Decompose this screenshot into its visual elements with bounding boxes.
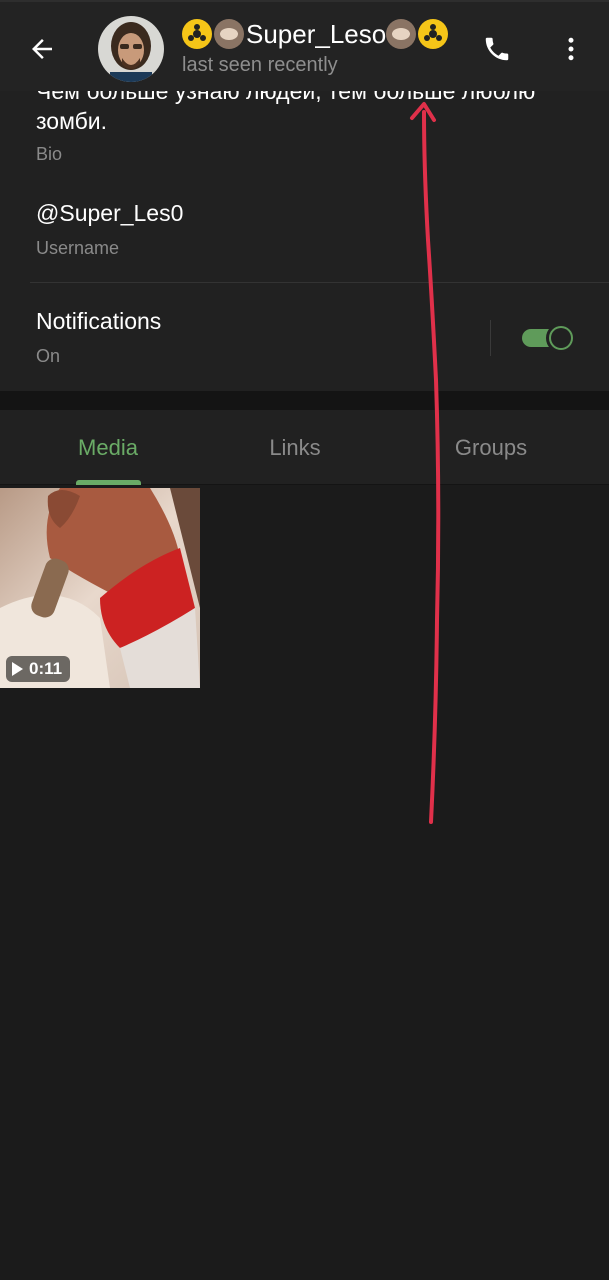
radioactive-emoji-icon [182, 19, 212, 49]
more-options-button[interactable] [548, 26, 594, 72]
more-vertical-icon [568, 37, 574, 61]
tab-links[interactable]: Links [245, 410, 345, 485]
bio-label: Bio [36, 144, 63, 164]
chat-profile-header: Super_Leso last seen recently [0, 0, 609, 91]
profile-info-section: Чем больше узнаю людей, тем больше люблю… [0, 60, 609, 391]
toggle-knob [546, 323, 576, 353]
last-seen-status: last seen recently [182, 54, 338, 76]
sloth-emoji-icon [386, 19, 417, 49]
active-tab-indicator [76, 480, 141, 485]
chat-title-text: Super_Leso [246, 19, 387, 49]
username-label: Username [36, 238, 120, 258]
media-video-thumbnail[interactable]: 0:11 [0, 488, 200, 688]
section-gap [0, 391, 609, 410]
avatar[interactable] [98, 16, 164, 82]
username-value[interactable]: @Super_Les0 [36, 200, 183, 227]
phone-icon [485, 37, 509, 61]
video-duration: 0:11 [29, 659, 63, 678]
call-button[interactable] [474, 26, 520, 72]
sloth-emoji-icon [214, 19, 244, 49]
tab-media[interactable]: Media [58, 410, 158, 485]
vertical-separator [490, 320, 491, 356]
notifications-state: On [36, 346, 61, 366]
notifications-title[interactable]: Notifications [36, 308, 161, 335]
radioactive-emoji-icon [418, 19, 449, 49]
section-divider [30, 282, 609, 283]
arrow-left-icon [32, 39, 52, 59]
chat-title: Super_Leso [182, 16, 460, 52]
notifications-toggle[interactable] [522, 323, 576, 353]
video-duration-badge: 0:11 [6, 656, 71, 682]
play-icon [12, 662, 23, 676]
back-button[interactable] [14, 24, 70, 74]
chat-title-block[interactable]: Super_Leso last seen recently [182, 16, 460, 78]
avatar-image [98, 16, 164, 82]
shared-media-tabs: Media Links Groups [0, 410, 609, 485]
tab-groups[interactable]: Groups [431, 410, 551, 485]
